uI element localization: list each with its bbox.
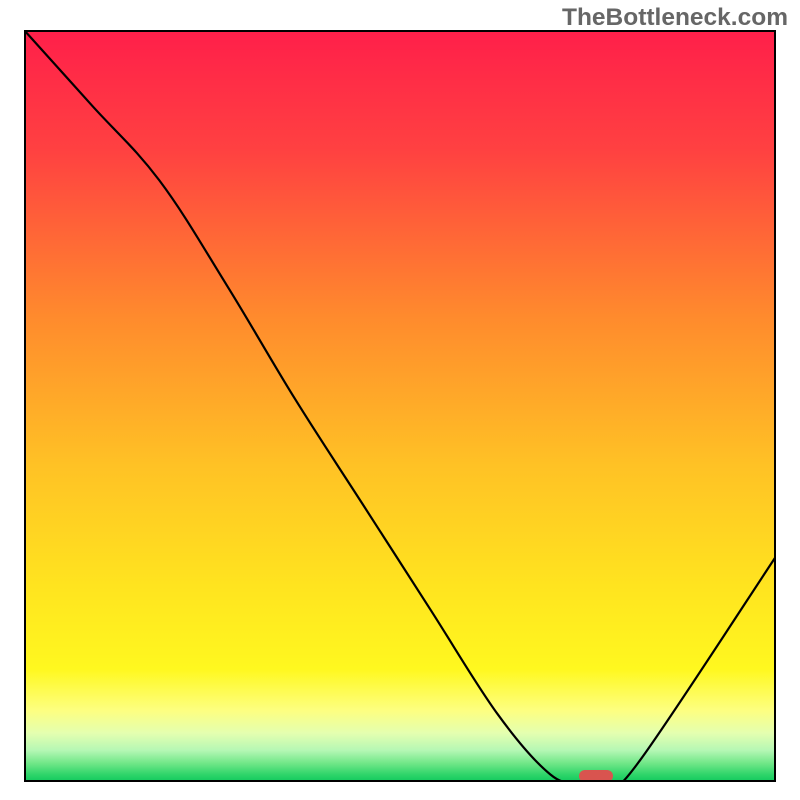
optimal-marker xyxy=(579,770,613,782)
bottleneck-curve xyxy=(24,30,776,782)
watermark: TheBottleneck.com xyxy=(562,4,788,32)
plot-area xyxy=(24,30,776,782)
